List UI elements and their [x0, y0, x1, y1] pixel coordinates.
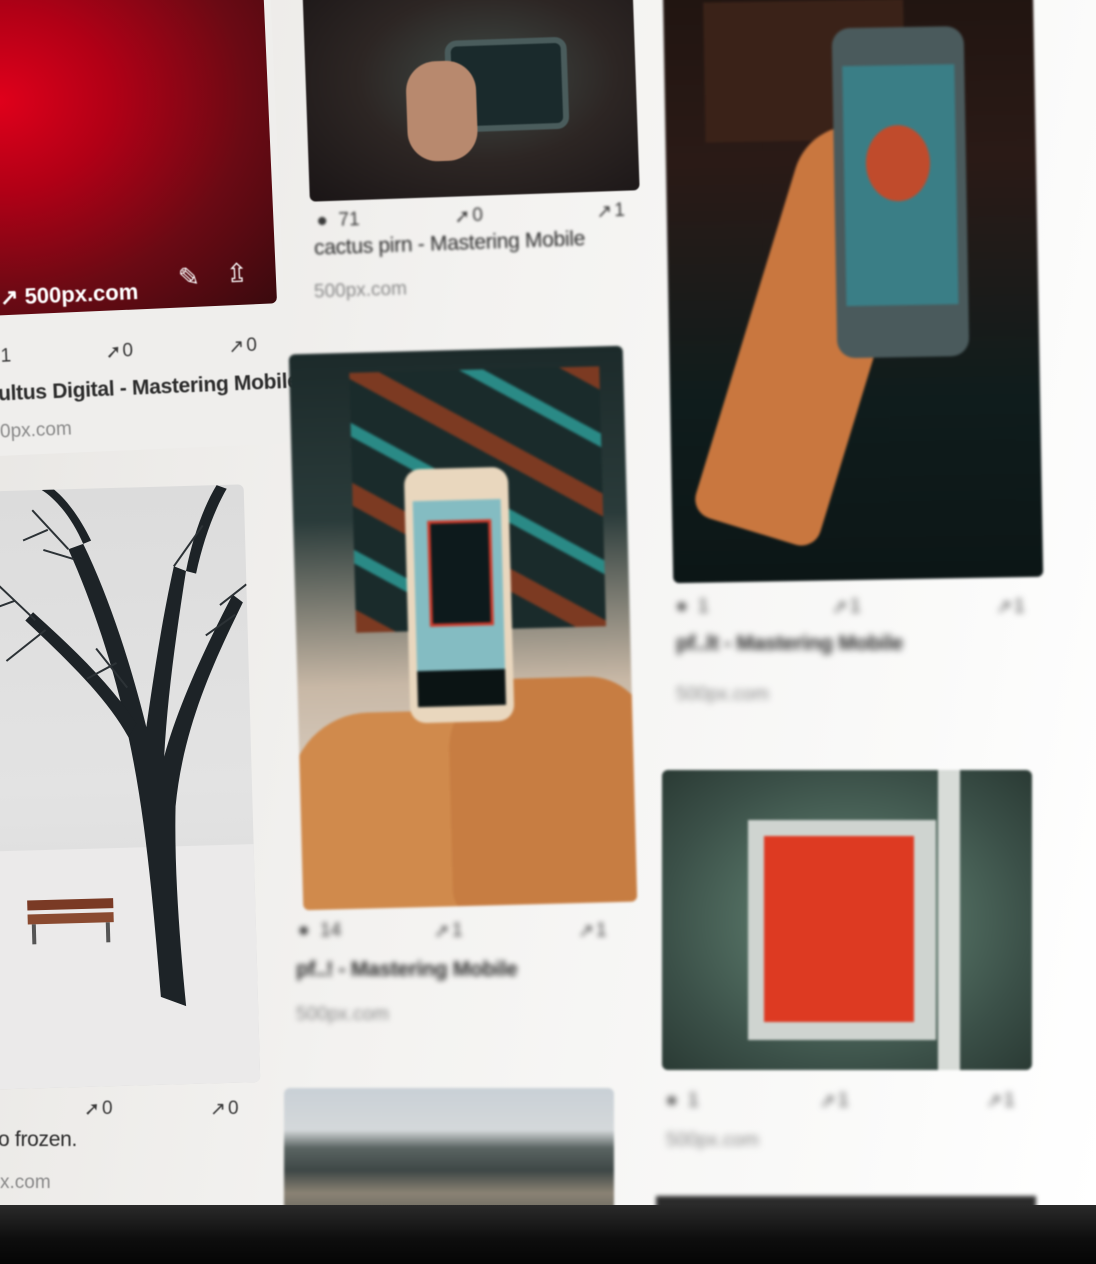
screen: ↗ 500px.com ✎ ⇫ 1 ➚ 0 ↗ 0 ultus Digital …: [0, 0, 1096, 1215]
share-icon[interactable]: ⇫: [225, 258, 248, 290]
pin-image-hands-camera[interactable]: [302, 0, 640, 202]
pin-title[interactable]: pf..lt - Mastering Mobile: [676, 632, 903, 656]
shares-count: 1: [1004, 1090, 1015, 1111]
external-link-icon: ↗: [0, 284, 20, 311]
pin-icon: ➚: [434, 921, 450, 942]
views-count: 71: [338, 209, 360, 231]
shares-count: 1: [613, 199, 626, 222]
views-count: 14: [320, 920, 342, 941]
pin-icon: ➚: [454, 206, 471, 228]
pin-image-hand-phone[interactable]: [662, 0, 1044, 584]
pin-image-phone-photo[interactable]: [288, 345, 638, 911]
pin-icon: ➚: [84, 1099, 100, 1120]
edit-icon[interactable]: ✎: [177, 262, 200, 294]
pin-source[interactable]: 500px.com: [676, 684, 769, 706]
eye-icon: ●: [298, 920, 310, 941]
pins-count: 0: [472, 204, 484, 227]
share-arrow-icon: ↗: [210, 1099, 226, 1120]
pin-source[interactable]: 500px.com: [666, 1130, 759, 1152]
frame-shape: [748, 820, 936, 1040]
share-arrow-icon: ↗: [986, 1091, 1002, 1112]
pin-title[interactable]: pf..! - Mastering Mobile: [296, 958, 518, 982]
pin-icon: ➚: [832, 597, 848, 618]
eye-icon: ●: [676, 596, 688, 617]
phone-screen: [412, 498, 506, 672]
tree-illustration: [0, 485, 261, 1090]
pin-source[interactable]: x.com: [0, 1172, 51, 1194]
pins-count: 1: [838, 1090, 849, 1111]
views-count: 1: [0, 345, 12, 367]
stats-row: ● 71 ➚ 0 ↗ 1: [316, 199, 636, 232]
hand-shape: [405, 59, 479, 163]
shares-count: 1: [596, 920, 607, 941]
share-arrow-icon: ↗: [578, 921, 594, 942]
pins-count: 0: [122, 340, 134, 362]
pins-count: 0: [102, 1098, 113, 1119]
pin-source[interactable]: 0px.com: [0, 418, 72, 443]
share-arrow-icon: ↗: [227, 336, 245, 358]
phone-device: [831, 26, 970, 359]
pins-count: 1: [850, 596, 861, 617]
shares-count: 0: [228, 1098, 239, 1119]
pin-icon: ➚: [820, 1091, 836, 1112]
shares-count: 0: [245, 334, 258, 357]
pin-title[interactable]: cactus pirn - Mastering Mobile: [314, 227, 586, 260]
pin-image-snow-tree[interactable]: [0, 484, 261, 1090]
eye-icon: ●: [666, 1090, 678, 1111]
share-arrow-icon: ↗: [595, 201, 613, 223]
views-count: 1: [688, 1090, 699, 1111]
shares-count: 1: [1014, 596, 1025, 617]
red-canvas: [764, 836, 914, 1022]
pin-image-red-square[interactable]: [662, 770, 1032, 1070]
phone-device: [403, 466, 515, 724]
pin-source[interactable]: 500px.com: [314, 278, 408, 303]
eye-icon: ●: [316, 210, 329, 232]
pin-source[interactable]: 500px.com: [296, 1004, 389, 1026]
link-label: 500px.com: [24, 278, 139, 309]
pin-title[interactable]: o frozen.: [0, 1128, 77, 1152]
share-arrow-icon: ↗: [996, 597, 1012, 618]
views-count: 1: [698, 596, 709, 617]
pin-icon: ➚: [105, 341, 122, 364]
pins-count: 1: [452, 920, 463, 941]
light-streak: [938, 770, 960, 1070]
pin-image-city[interactable]: [284, 1088, 614, 1215]
phone-screen: [842, 64, 959, 307]
monitor-bezel: [0, 1205, 1096, 1264]
phone-camera-bar: [417, 668, 507, 708]
